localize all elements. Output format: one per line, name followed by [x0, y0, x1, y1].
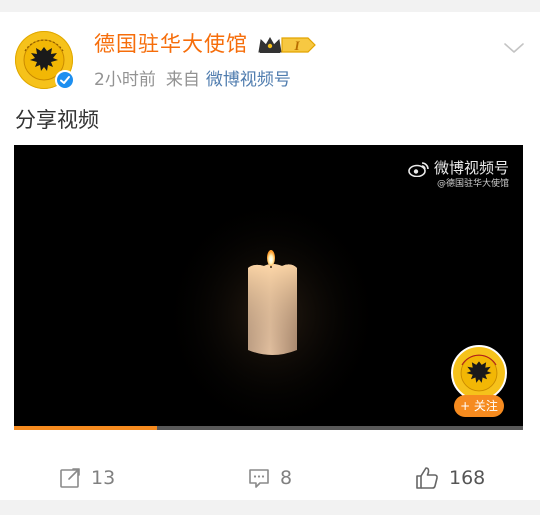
- watermark-title: 微博视频号: [433, 159, 509, 177]
- video-watermark: 微博视频号 @德国驻华大使馆: [408, 159, 509, 191]
- author-name[interactable]: 德国驻华大使馆: [94, 30, 248, 58]
- like-icon: [416, 467, 438, 489]
- post-text: 分享视频: [15, 108, 99, 132]
- video-player[interactable]: 微博视频号 @德国驻华大使馆 + 关注: [14, 145, 523, 430]
- vip-crown-badge[interactable]: I: [257, 34, 317, 56]
- comment-button[interactable]: 8: [247, 460, 292, 496]
- video-author-avatar[interactable]: [451, 345, 507, 401]
- verified-check-icon: [55, 70, 75, 90]
- repost-count: 13: [91, 467, 116, 489]
- comment-count: 8: [280, 467, 293, 489]
- from-label: 来自: [165, 70, 200, 90]
- action-bar: 13 8 168: [0, 460, 540, 496]
- weibo-logo-icon: [408, 161, 429, 177]
- post-source-link[interactable]: 微博视频号: [206, 70, 291, 90]
- chevron-down-icon[interactable]: [502, 40, 526, 56]
- watermark-handle: @德国驻华大使馆: [436, 179, 509, 189]
- post-card: 德国驻华大使馆 I 2小时前 来自 微博视频号 分享视频 微博视频号 @德国驻华…: [0, 12, 540, 500]
- repost-button[interactable]: 13: [58, 460, 115, 496]
- repost-icon: [60, 468, 80, 488]
- post-time: 2小时前: [94, 70, 156, 90]
- video-progress-fill: [14, 426, 157, 430]
- follow-button[interactable]: + 关注: [454, 395, 504, 417]
- comment-icon: [249, 469, 269, 488]
- like-count: 168: [449, 467, 486, 489]
- eagle-emblem-icon: [454, 348, 504, 398]
- like-button[interactable]: 168: [414, 460, 485, 496]
- vip-level: I: [293, 38, 300, 53]
- post-meta: 2小时前 来自 微博视频号: [94, 67, 291, 93]
- video-progress-bar[interactable]: [14, 426, 523, 430]
